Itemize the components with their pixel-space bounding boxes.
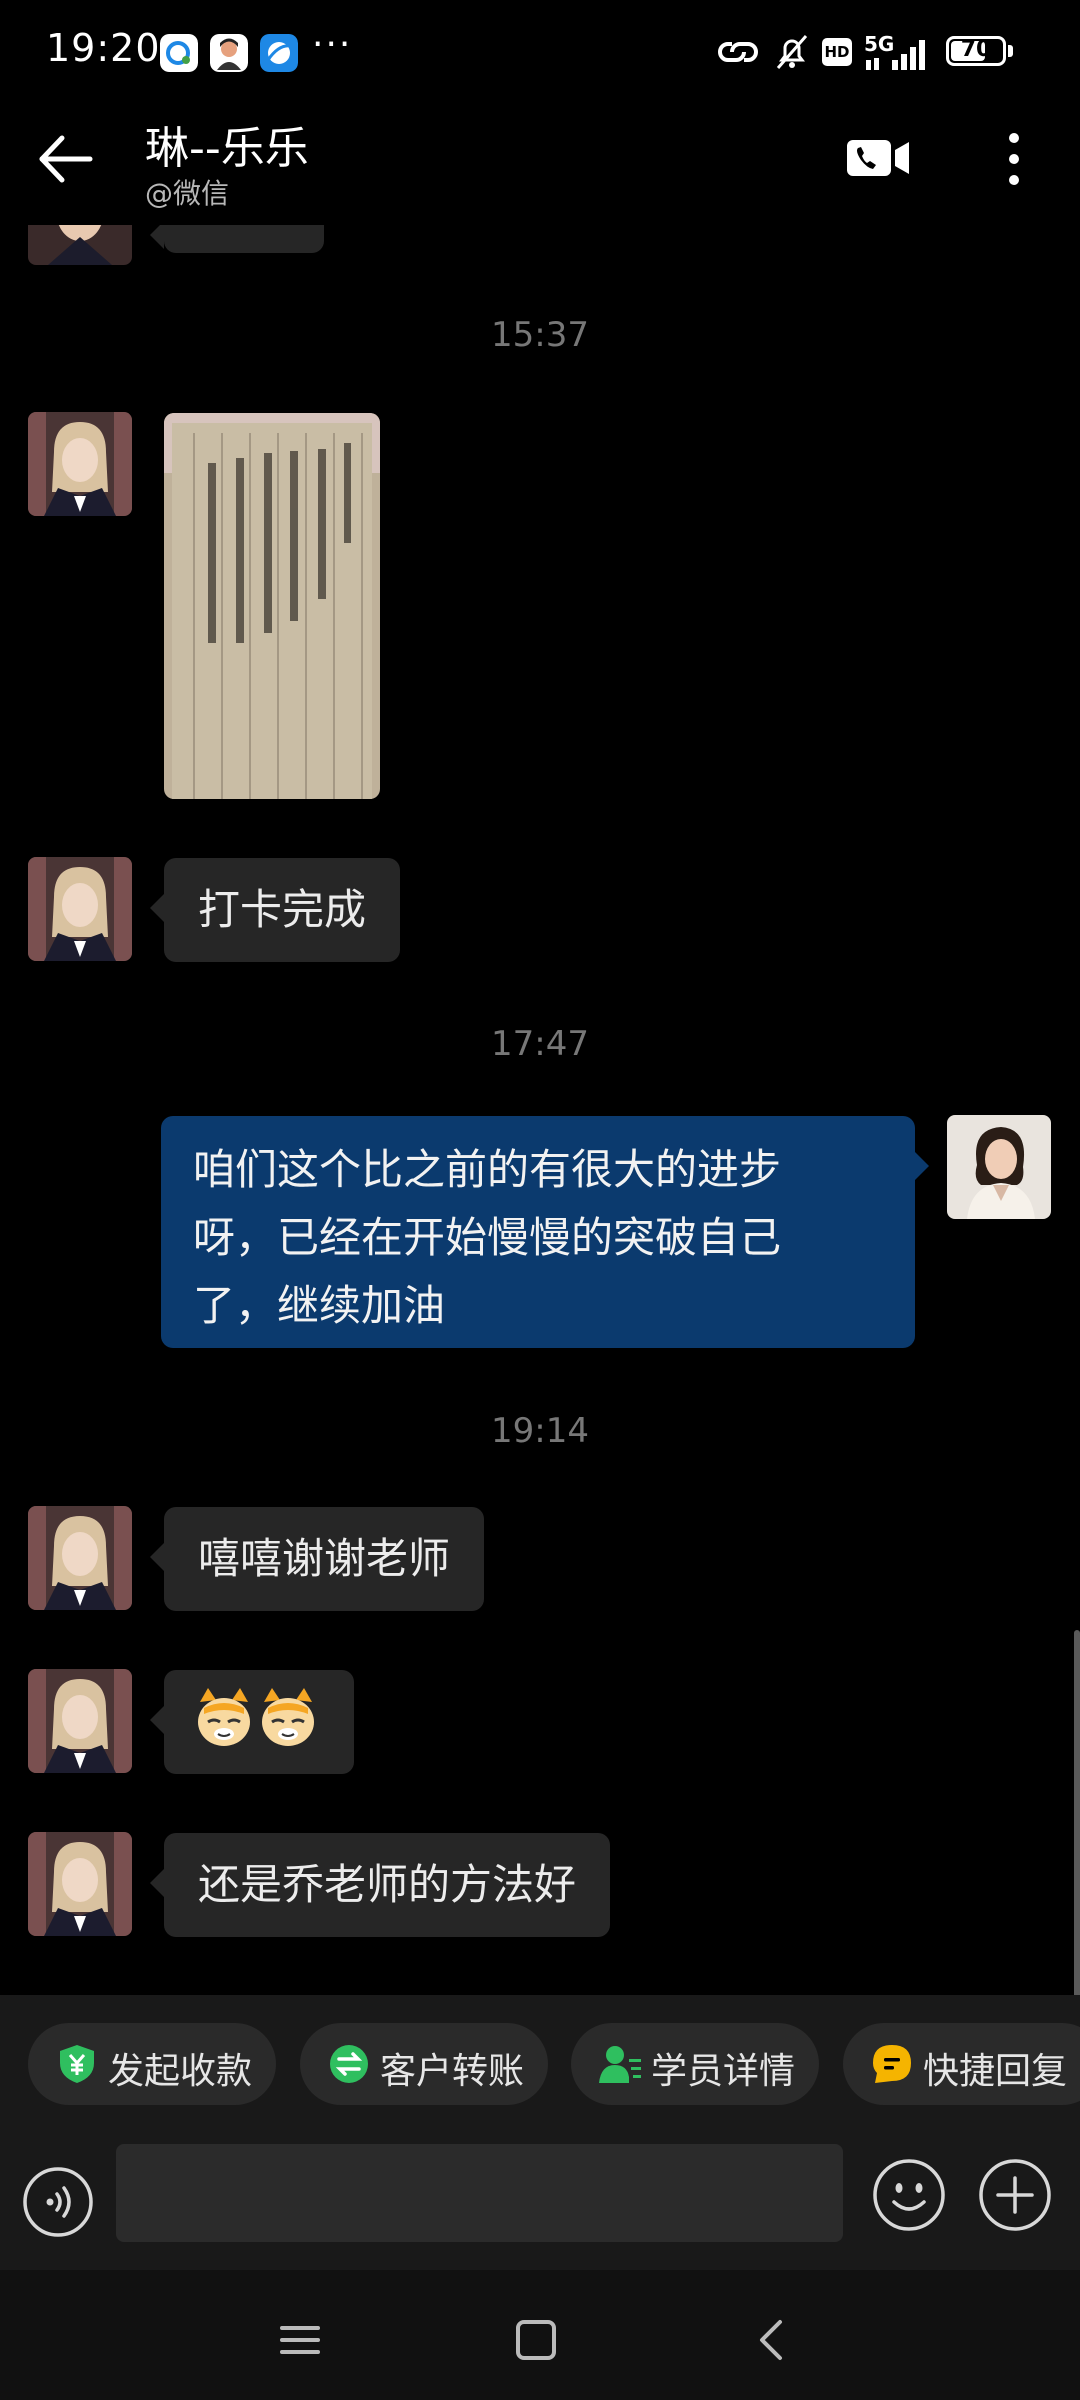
battery-icon: 70 <box>946 36 1006 66</box>
app-notification-icon <box>160 34 198 72</box>
cat-face-emoji <box>198 1688 314 1746</box>
more-options-icon[interactable] <box>996 128 1032 190</box>
start-payment-button[interactable]: 发起收款 <box>28 2023 276 2105</box>
message-timestamp: 19:14 <box>491 1411 589 1451</box>
previous-message-bubble[interactable] <box>150 225 324 253</box>
input-bar <box>0 2140 1080 2270</box>
transfer-icon <box>330 2045 368 2083</box>
contact-avatar[interactable] <box>28 857 132 961</box>
contact-avatar[interactable] <box>28 1832 132 1936</box>
shield-yen-icon <box>60 2045 94 2083</box>
video-call-icon[interactable] <box>845 134 911 182</box>
emoji-message-bubble[interactable] <box>150 1670 354 1774</box>
quick-reply-button[interactable]: 快捷回复 <box>843 2023 1080 2105</box>
emoji-icon[interactable] <box>872 2158 946 2232</box>
message-list[interactable]: 15:37 打卡完成 17:47 咱们这个比之前的有很大的进步 呀，已经在开始慢… <box>0 225 1080 1995</box>
chip-label: 快捷回复 <box>923 2051 1068 2092</box>
contact-source: @微信 <box>145 177 230 210</box>
link-icon <box>718 42 758 62</box>
home-icon[interactable] <box>506 2310 566 2370</box>
back-arrow-icon[interactable] <box>34 128 96 190</box>
back-icon[interactable] <box>742 2310 802 2370</box>
chip-label: 客户转账 <box>380 2051 525 2092</box>
chip-label: 学员详情 <box>651 2051 796 2092</box>
message-timestamp: 15:37 <box>491 315 589 355</box>
more-notifications-icon: ··· <box>312 24 353 65</box>
voice-input-icon[interactable] <box>22 2166 94 2238</box>
message-bubble[interactable]: 嘻嘻谢谢老师 <box>149 1507 485 1611</box>
chat-scrollbar[interactable] <box>1074 1630 1080 1995</box>
message-text-line: 呀，已经在开始慢慢的突破自己 <box>193 1213 782 1262</box>
quick-actions-bar: 发起收款 客户转账 学员详情 快捷回复 <box>0 1995 1080 2140</box>
image-message[interactable] <box>164 413 380 799</box>
message-input[interactable] <box>116 2144 843 2242</box>
message-text: 还是乔老师的方法好 <box>198 1860 577 1909</box>
chat-header: 琳--乐乐 @微信 <box>0 100 1080 225</box>
outgoing-message-bubble[interactable]: 咱们这个比之前的有很大的进步 呀，已经在开始慢慢的突破自己 了，继续加油 <box>161 1116 929 1348</box>
message-bubble[interactable]: 打卡完成 <box>149 858 401 962</box>
message-text-line: 了，继续加油 <box>193 1281 446 1330</box>
battery-tip <box>1008 45 1013 57</box>
chip-label: 发起收款 <box>108 2051 253 2092</box>
contact-name: 琳--乐乐 <box>145 123 309 174</box>
quick-reply-icon <box>873 2045 911 2083</box>
customer-transfer-button[interactable]: 客户转账 <box>300 2023 548 2105</box>
contact-avatar[interactable] <box>28 1669 132 1773</box>
mute-bell-icon <box>776 35 808 69</box>
status-bar: 19:20 ··· HD 5G 70 <box>0 0 1080 100</box>
message-timestamp: 17:47 <box>491 1024 589 1064</box>
my-avatar[interactable] <box>947 1115 1051 1219</box>
message-text: 打卡完成 <box>198 885 367 934</box>
student-details-button[interactable]: 学员详情 <box>571 2023 819 2105</box>
avatar-notification-icon <box>210 34 248 72</box>
chat-screen: 19:20 ··· HD 5G 70 琳--乐乐 @微信 15:37 打卡完成 … <box>0 0 1080 2400</box>
signal-icon <box>866 40 925 70</box>
browser-notification-icon <box>260 34 298 72</box>
hd-icon: HD <box>822 38 852 66</box>
message-text-line: 咱们这个比之前的有很大的进步 <box>193 1145 782 1194</box>
contact-avatar[interactable] <box>28 225 132 265</box>
plus-icon[interactable] <box>978 2158 1052 2232</box>
message-bubble[interactable]: 还是乔老师的方法好 <box>149 1833 611 1937</box>
user-detail-icon <box>599 2046 641 2083</box>
system-navigation-bar <box>0 2270 1080 2400</box>
battery-level: 70 <box>960 37 992 62</box>
message-text: 嘻嘻谢谢老师 <box>198 1534 451 1583</box>
contact-avatar[interactable] <box>28 412 132 516</box>
status-time: 19:20 <box>46 26 161 70</box>
contact-avatar[interactable] <box>28 1506 132 1610</box>
menu-icon[interactable] <box>270 2310 330 2370</box>
